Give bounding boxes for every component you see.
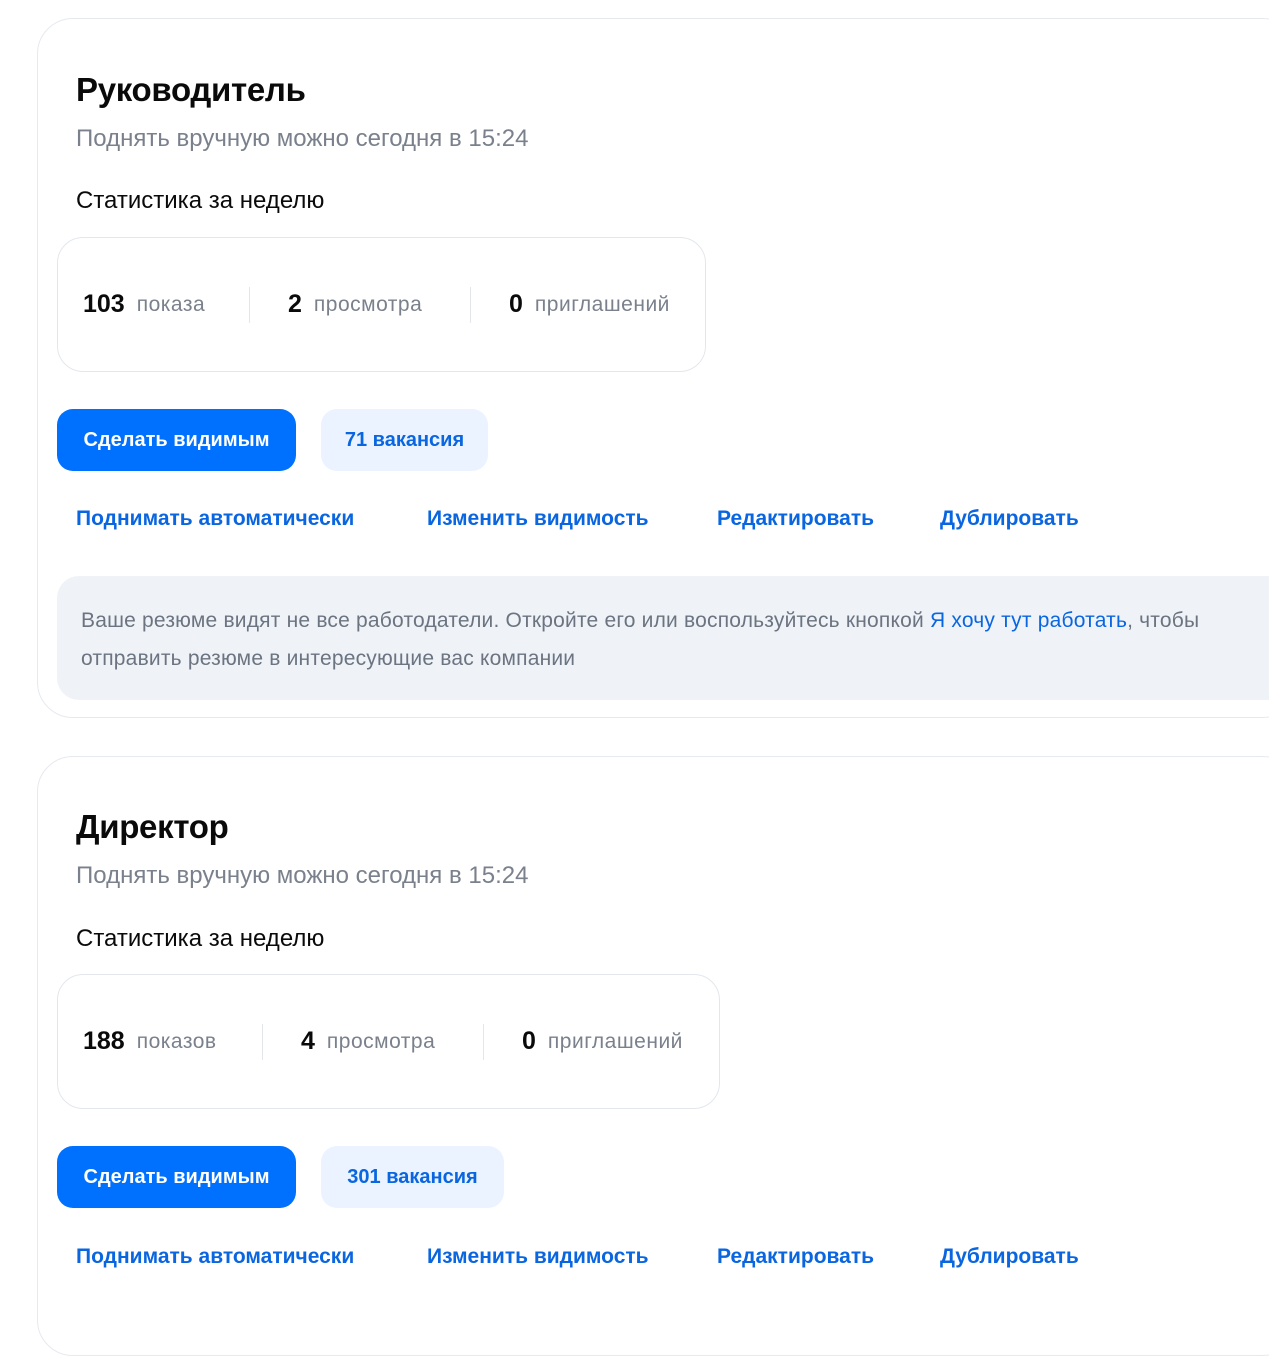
duplicate-link[interactable]: Дублировать <box>940 1245 1079 1269</box>
stat-value: 0 <box>522 1027 536 1055</box>
make-visible-button[interactable]: Сделать видимым <box>57 1146 296 1208</box>
stats-box: 188 показов 4 просмотра 0 приглашений <box>57 974 720 1109</box>
duplicate-link[interactable]: Дублировать <box>940 507 1079 531</box>
stat-label: показов <box>136 1029 217 1053</box>
edit-link[interactable]: Редактировать <box>717 507 874 531</box>
resume-title[interactable]: Руководитель <box>76 71 306 109</box>
stat-value: 103 <box>83 290 125 318</box>
stat-label: приглашений <box>547 1029 683 1053</box>
edit-link[interactable]: Редактировать <box>717 1245 874 1269</box>
auto-raise-link[interactable]: Поднимать автоматически <box>76 507 354 531</box>
make-visible-button[interactable]: Сделать видимым <box>57 409 296 471</box>
auto-raise-link[interactable]: Поднимать автоматически <box>76 1245 354 1269</box>
change-visibility-link[interactable]: Изменить видимость <box>427 507 649 531</box>
stat-value: 0 <box>509 290 523 318</box>
stat-divider <box>249 287 250 323</box>
stat-label: показа <box>136 292 206 316</box>
notice-text: Ваше резюме видят не все работодатели. О… <box>81 609 930 632</box>
stat-impressions: 188 показов <box>83 975 217 1108</box>
stat-value: 2 <box>288 290 302 318</box>
stat-divider <box>470 287 471 323</box>
stat-value: 188 <box>83 1027 125 1055</box>
stat-divider <box>483 1024 484 1060</box>
stat-impressions: 103 показа <box>83 238 205 371</box>
stat-views: 4 просмотра <box>301 975 435 1108</box>
resume-card-2: Директор Поднять вручную можно сегодня в… <box>37 756 1269 1356</box>
resume-title[interactable]: Директор <box>76 808 229 846</box>
stat-label: приглашений <box>534 292 670 316</box>
vacancies-button[interactable]: 71 вакансия <box>321 409 488 471</box>
stat-label: просмотра <box>313 292 423 316</box>
want-to-work-here-link[interactable]: Я хочу тут работать <box>930 609 1127 632</box>
stat-label: просмотра <box>326 1029 436 1053</box>
stats-label: Статистика за неделю <box>76 187 325 214</box>
change-visibility-link[interactable]: Изменить видимость <box>427 1245 649 1269</box>
stat-views: 2 просмотра <box>288 238 422 371</box>
stat-invitations: 0 приглашений <box>509 238 670 371</box>
stats-label: Статистика за неделю <box>76 925 325 952</box>
vacancies-button[interactable]: 301 вакансия <box>321 1146 504 1208</box>
visibility-notice: Ваше резюме видят не все работодатели. О… <box>57 576 1269 700</box>
stat-divider <box>262 1024 263 1060</box>
stats-box: 103 показа 2 просмотра 0 приглашений <box>57 237 706 372</box>
stat-value: 4 <box>301 1027 315 1055</box>
stat-invitations: 0 приглашений <box>522 975 683 1108</box>
raise-info: Поднять вручную можно сегодня в 15:24 <box>76 125 529 152</box>
raise-info: Поднять вручную можно сегодня в 15:24 <box>76 862 529 889</box>
resume-card-1: Руководитель Поднять вручную можно сегод… <box>37 18 1269 718</box>
